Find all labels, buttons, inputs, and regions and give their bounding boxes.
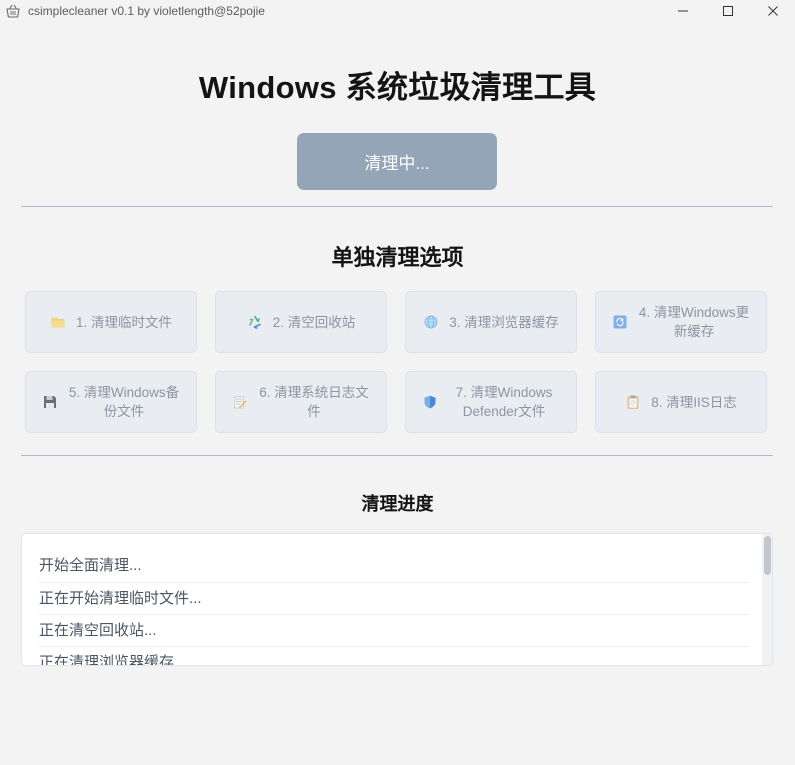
globe-icon [423, 314, 439, 330]
clean-all-button[interactable]: 清理中... [297, 133, 497, 190]
option-label: 1. 清理临时文件 [75, 314, 172, 330]
close-button[interactable] [750, 0, 795, 22]
window-title: csimplecleaner v0.1 by violetlength@52po… [28, 4, 265, 18]
log-list: 开始全面清理... 正在开始清理临时文件... 正在清空回收站... 正在清理浏… [39, 550, 749, 665]
minimize-button[interactable] [660, 0, 706, 22]
clean-system-logs-button[interactable]: 6. 清理系统日志文件 [215, 371, 387, 433]
maximize-icon [722, 5, 734, 17]
option-label: 5. 清理Windows备份文件 [68, 385, 180, 419]
memo-icon [232, 394, 248, 410]
clean-windows-defender-button[interactable]: 7. 清理Windows Defender文件 [405, 371, 577, 433]
clean-iis-logs-button[interactable]: 8. 清理IIS日志 [595, 371, 767, 433]
option-label: 3. 清理浏览器缓存 [449, 314, 559, 330]
close-icon [767, 5, 779, 17]
clean-temp-files-button[interactable]: 1. 清理临时文件 [25, 291, 197, 353]
clean-windows-update-cache-button[interactable]: 4. 清理Windows更新缓存 [595, 291, 767, 353]
update-icon [612, 314, 628, 330]
option-label: 7. 清理Windows Defender文件 [455, 385, 553, 419]
shield-icon [422, 394, 438, 410]
empty-recycle-bin-button[interactable]: 2. 清空回收站 [215, 291, 387, 353]
divider [21, 455, 773, 456]
log-item: 正在清理浏览器缓存... [39, 647, 749, 665]
divider [21, 206, 773, 207]
log-item: 正在开始清理临时文件... [39, 583, 749, 615]
option-label: 6. 清理系统日志文件 [259, 385, 369, 419]
log-item: 正在清空回收站... [39, 615, 749, 647]
option-label: 2. 清空回收站 [272, 314, 356, 330]
maximize-button[interactable] [705, 0, 751, 22]
app-window: csimplecleaner v0.1 by violetlength@52po… [0, 0, 795, 765]
log-item: 开始全面清理... [39, 550, 749, 583]
scroll-thumb[interactable] [764, 536, 771, 575]
clean-browser-cache-button[interactable]: 3. 清理浏览器缓存 [405, 291, 577, 353]
options-section-title: 单独清理选项 [331, 245, 464, 270]
floppy-disk-icon [42, 394, 58, 410]
page-title: Windows 系统垃圾清理工具 [198, 70, 597, 105]
clipboard-icon [625, 394, 641, 410]
minimize-icon [677, 5, 689, 17]
basket-icon [5, 3, 21, 19]
recycle-icon [247, 314, 263, 330]
folder-icon [50, 314, 66, 330]
option-label: 4. 清理Windows更新缓存 [638, 305, 750, 339]
progress-section-title: 清理进度 [361, 494, 434, 514]
progress-log[interactable]: 开始全面清理... 正在开始清理临时文件... 正在清空回收站... 正在清理浏… [21, 533, 773, 666]
scrollbar[interactable] [762, 534, 772, 665]
clean-windows-backup-button[interactable]: 5. 清理Windows备份文件 [25, 371, 197, 433]
title-bar[interactable]: csimplecleaner v0.1 by violetlength@52po… [0, 0, 795, 22]
option-label: 8. 清理IIS日志 [651, 394, 737, 410]
